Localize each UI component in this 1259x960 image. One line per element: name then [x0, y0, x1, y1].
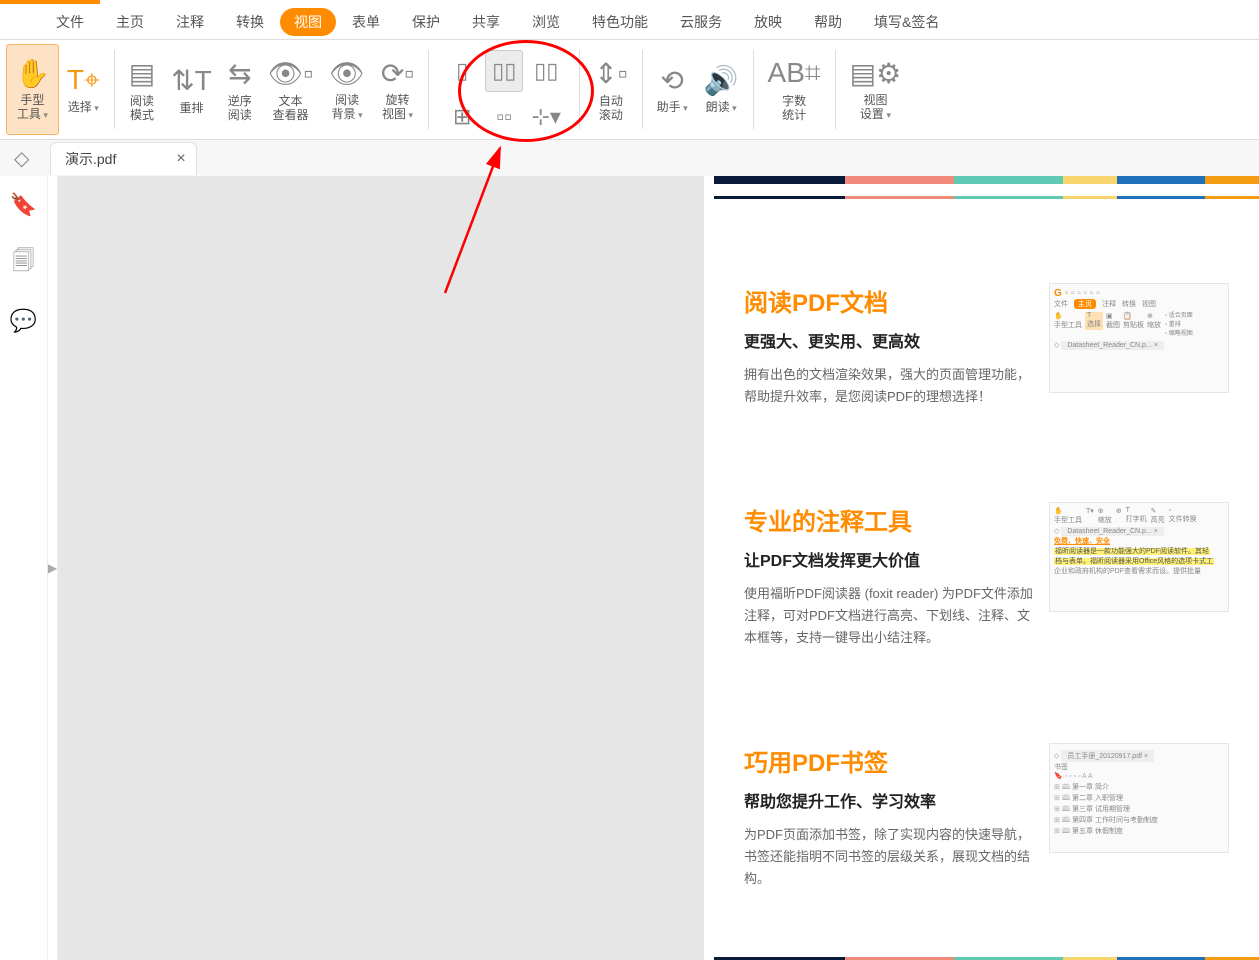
feature-read-pdf: 阅读PDF文档 更强大、更实用、更高效 拥有出色的文档渲染效果，强大的页面管理功… [714, 259, 1259, 408]
tool-hand[interactable]: ✋ 手型 工具 [6, 44, 59, 135]
tool-read-background[interactable]: 👁 阅读 背景 [321, 44, 373, 135]
scroll-icon: ⇕▫ [594, 58, 627, 90]
feature-thumbnail: G ▫ ▫ ▫ ▫ ▫ ▫ 文件主页注释转换视图 ✋手型工具 T选择 ▣截图 📋… [1049, 283, 1229, 393]
blank-page-area [58, 176, 714, 960]
menu-cloud[interactable]: 云服务 [664, 6, 738, 38]
tool-word-count[interactable]: AB⌗ 字数 统计 [760, 44, 829, 135]
menu-share[interactable]: 共享 [456, 6, 516, 38]
eye-doc-icon: 👁▫ [268, 58, 313, 90]
feature-subtitle: 更强大、更实用、更高效 [744, 328, 1033, 352]
menu-present[interactable]: 放映 [738, 6, 798, 38]
feature-desc: 使用福昕PDF阅读器 (foxit reader) 为PDF文件添加注释，可对P… [744, 583, 1033, 649]
tool-view-settings[interactable]: ▤⚙ 视图 设置 [842, 44, 910, 135]
reverse-icon: ⇆ [228, 58, 251, 90]
cursor-text-icon: T⌖ [67, 64, 100, 96]
document-tab[interactable]: 演示.pdf × [50, 142, 197, 175]
chat-icon[interactable]: 💬 [10, 308, 37, 334]
left-nav-panel: 🔖 🗐 💬 [0, 176, 48, 960]
assist-icon: ⟲ [660, 64, 683, 96]
feature-title: 专业的注释工具 [744, 502, 1033, 537]
tool-reverse-read[interactable]: ⇆ 逆序 阅读 [220, 44, 260, 135]
layout-facing-icon[interactable]: ▯▯ [527, 50, 565, 92]
menu-home[interactable]: 主页 [100, 6, 160, 38]
page-layout-grid: ▯ ▯▯ ▯▯ ⊞ ▫▫ ⊹▾ [435, 44, 573, 135]
bookmark-icon[interactable]: 🔖 [10, 192, 37, 218]
feature-title: 阅读PDF文档 [744, 283, 1033, 318]
menu-features[interactable]: 特色功能 [576, 6, 664, 38]
page-header-strip [714, 176, 1259, 184]
tool-read-mode[interactable]: ▤ 阅读 模式 [121, 44, 163, 135]
rotate-icon: ⟳▫ [381, 57, 414, 89]
document-tab-bar: ◇ 演示.pdf × [0, 140, 1259, 176]
menu-comment[interactable]: 注释 [160, 6, 220, 38]
menu-help[interactable]: 帮助 [798, 6, 858, 38]
main-area: 🔖 🗐 💬 ▶ 阅读PDF文档 更强大、更实用、更高效 拥有出色的文档渲染效果，… [0, 176, 1259, 960]
speaker-icon: 🔊 [704, 64, 739, 96]
feature-desc: 拥有出色的文档渲染效果，强大的页面管理功能，帮助提升效率，是您阅读PDF的理想选… [744, 364, 1033, 408]
feature-desc: 为PDF页面添加书签，除了实现内容的快速导航，书签还能指明不同书签的层级关系，展… [744, 824, 1033, 890]
eye-icon: 👁 [329, 57, 365, 89]
tool-speak[interactable]: 🔊 朗读 [696, 44, 747, 135]
menu-convert[interactable]: 转换 [220, 6, 280, 38]
tool-auto-scroll[interactable]: ⇕▫ 自动 滚动 [586, 44, 635, 135]
feature-bookmark: 巧用PDF书签 帮助您提升工作、学习效率 为PDF页面添加书签，除了实现内容的快… [714, 719, 1259, 890]
layout-split-icon[interactable]: ⊹▾ [527, 96, 565, 138]
feature-annotation: 专业的注释工具 让PDF文档发挥更大价值 使用福昕PDF阅读器 (foxit r… [714, 478, 1259, 649]
tool-select[interactable]: T⌖ 选择 [59, 44, 108, 135]
reflow-icon: ⇅T [171, 65, 212, 97]
menu-protect[interactable]: 保护 [396, 6, 456, 38]
tool-text-viewer[interactable]: 👁▫ 文本 查看器 [260, 44, 321, 135]
menu-file[interactable]: 文件 [40, 6, 100, 38]
feature-title: 巧用PDF书签 [744, 743, 1033, 778]
wordcount-icon: AB⌗ [768, 58, 821, 90]
tool-assistant[interactable]: ⟲ 助手 [649, 44, 696, 135]
panel-collapse-handle[interactable]: ▶ [48, 176, 58, 960]
layout-continuous-icon[interactable]: ▯▯ [485, 50, 523, 92]
layout-single-icon[interactable]: ▯ [443, 50, 481, 92]
feature-subtitle: 帮助您提升工作、学习效率 [744, 788, 1033, 812]
tool-rotate-view[interactable]: ⟳▫ 旋转 视图 [373, 44, 422, 135]
ribbon: ✋ 手型 工具 T⌖ 选择 ▤ 阅读 模式 ⇅T 重排 ⇆ 逆序 阅读 👁▫ 文… [0, 40, 1259, 140]
page-header-strip-thin [714, 196, 1259, 199]
pages-icon[interactable]: 🗐 [13, 244, 35, 282]
close-icon[interactable]: × [176, 150, 185, 168]
tool-reflow[interactable]: ⇅T 重排 [163, 44, 220, 135]
document-page: 阅读PDF文档 更强大、更实用、更高效 拥有出色的文档渲染效果，强大的页面管理功… [714, 176, 1259, 960]
tag-icon[interactable]: ◇ [14, 146, 29, 171]
settings-list-icon: ▤⚙ [850, 57, 902, 89]
layout-facing-continuous-icon[interactable]: ⊞ [443, 96, 481, 138]
book-icon: ▤ [129, 58, 155, 90]
feature-thumbnail: ◇ 员工手册_20120917.pdf 书签 🔖 ▫ ▫ ▫ ▫ A A 第一章… [1049, 743, 1229, 853]
layout-separate-cover-icon[interactable]: ▫▫ [485, 96, 523, 138]
menu-fillsign[interactable]: 填写&签名 [858, 6, 955, 38]
feature-thumbnail: ✋手型工具 T▾ ⊕缩放 ⊕ T打字机 ✎高亮 ▫文件转换 ◇ Datashee… [1049, 502, 1229, 612]
menu-browse[interactable]: 浏览 [516, 6, 576, 38]
menu-form[interactable]: 表单 [336, 6, 396, 38]
feature-subtitle: 让PDF文档发挥更大价值 [744, 547, 1033, 571]
menu-view[interactable]: 视图 [280, 8, 336, 36]
document-tab-title: 演示.pdf [65, 149, 116, 169]
menu-bar: 文件 主页 注释 转换 视图 表单 保护 共享 浏览 特色功能 云服务 放映 帮… [0, 4, 1259, 40]
hand-icon: ✋ [15, 57, 50, 89]
